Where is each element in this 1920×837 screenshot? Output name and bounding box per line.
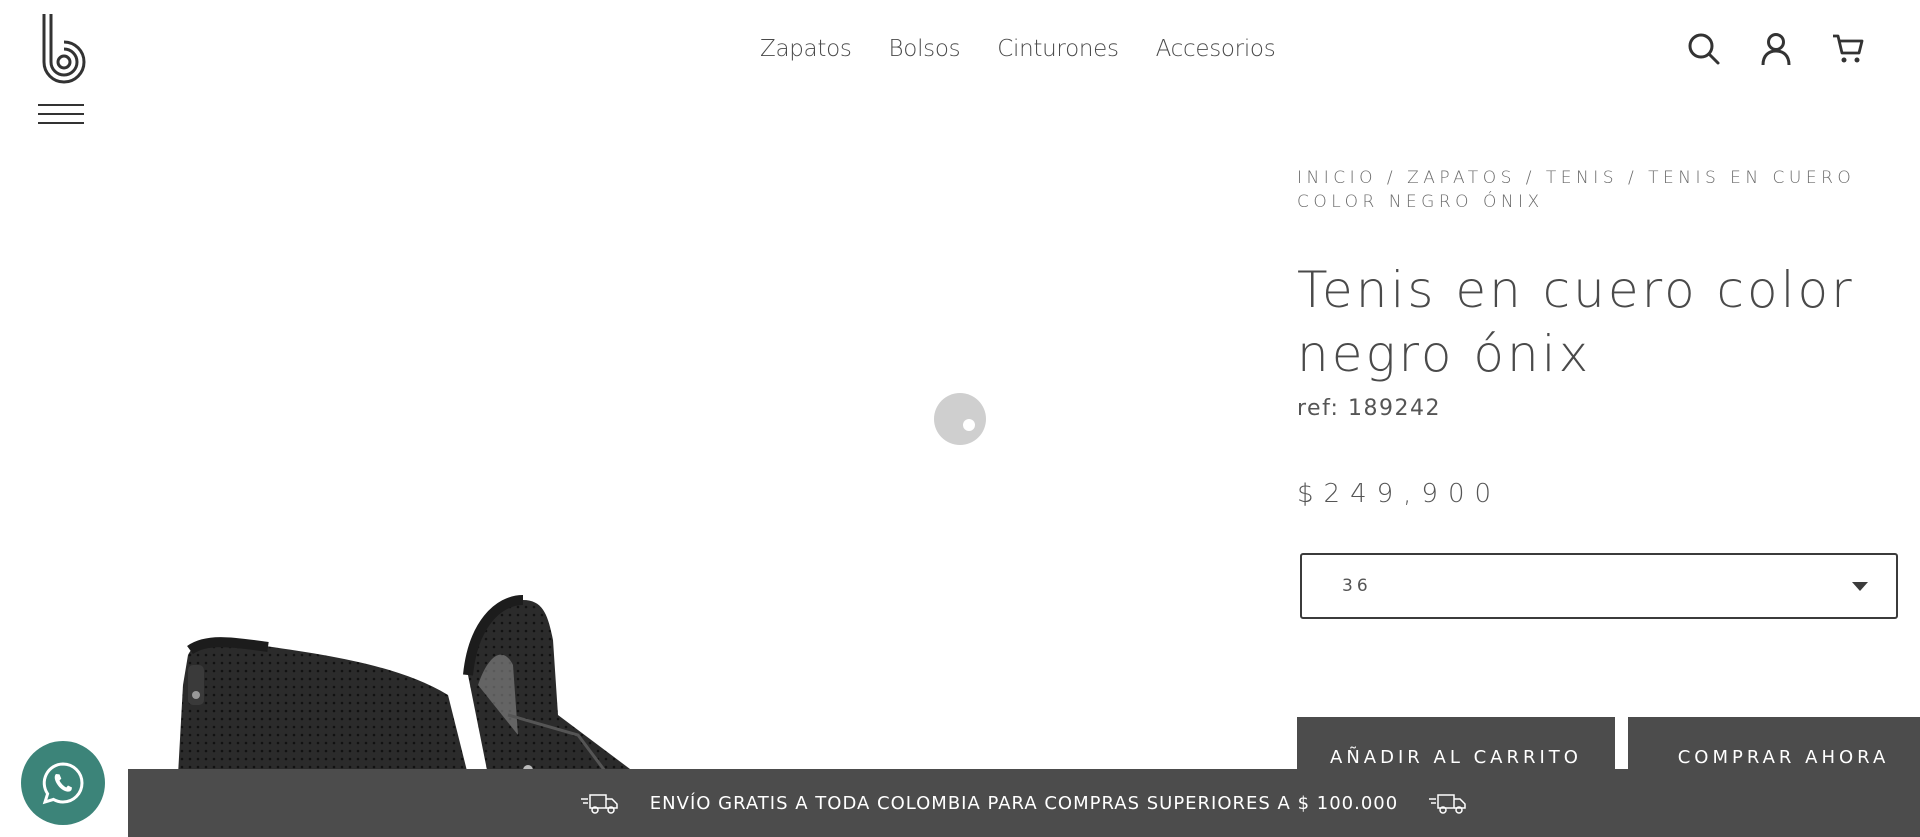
product-title: Tenis en cuero color negro ónix: [1297, 261, 1855, 383]
size-select-value: 36: [1342, 576, 1372, 596]
size-select[interactable]: 36: [1300, 553, 1898, 619]
hamburger-menu-icon[interactable]: [38, 104, 84, 126]
brand-b-logo-icon: [42, 14, 86, 84]
shipping-banner: ENVÍO GRATIS A TODA COLOMBIA PARA COMPRA…: [128, 769, 1920, 837]
product-ref: ref: 189242: [1297, 396, 1441, 421]
breadcrumb-tenis[interactable]: TENIS: [1546, 168, 1618, 188]
main-navigation: Zapatos Bolsos Cinturones Accesorios: [760, 36, 1276, 62]
search-icon[interactable]: [1685, 30, 1723, 68]
breadcrumb: INICIO / ZAPATOS / TENIS / TENIS EN CUER…: [1297, 166, 1857, 214]
whatsapp-button[interactable]: [21, 741, 105, 825]
header-actions: [1685, 30, 1867, 68]
nav-accesorios[interactable]: Accesorios: [1156, 36, 1276, 62]
product-image[interactable]: [178, 595, 698, 779]
product-price: $249,900: [1297, 479, 1502, 509]
chevron-down-icon: [1852, 581, 1868, 591]
loading-spinner: [934, 393, 986, 445]
breadcrumb-zapatos[interactable]: ZAPATOS: [1407, 168, 1516, 188]
whatsapp-icon: [42, 762, 84, 805]
delivery-truck-icon: [580, 794, 618, 814]
nav-cinturones[interactable]: Cinturones: [997, 36, 1119, 62]
nav-bolsos[interactable]: Bolsos: [889, 36, 961, 62]
breadcrumb-inicio[interactable]: INICIO: [1297, 168, 1377, 188]
brand-logo[interactable]: [38, 12, 88, 84]
nav-zapatos[interactable]: Zapatos: [760, 36, 852, 62]
shipping-banner-text: ENVÍO GRATIS A TODA COLOMBIA PARA COMPRA…: [649, 792, 1399, 814]
breadcrumb-separator: /: [1515, 168, 1546, 188]
delivery-truck-icon: [1429, 794, 1466, 814]
breadcrumb-separator: /: [1618, 168, 1649, 188]
product-info: INICIO / ZAPATOS / TENIS / TENIS EN CUER…: [1297, 166, 1898, 619]
breadcrumb-separator: /: [1377, 168, 1408, 188]
cart-icon[interactable]: [1829, 30, 1867, 68]
user-icon[interactable]: [1757, 30, 1795, 68]
